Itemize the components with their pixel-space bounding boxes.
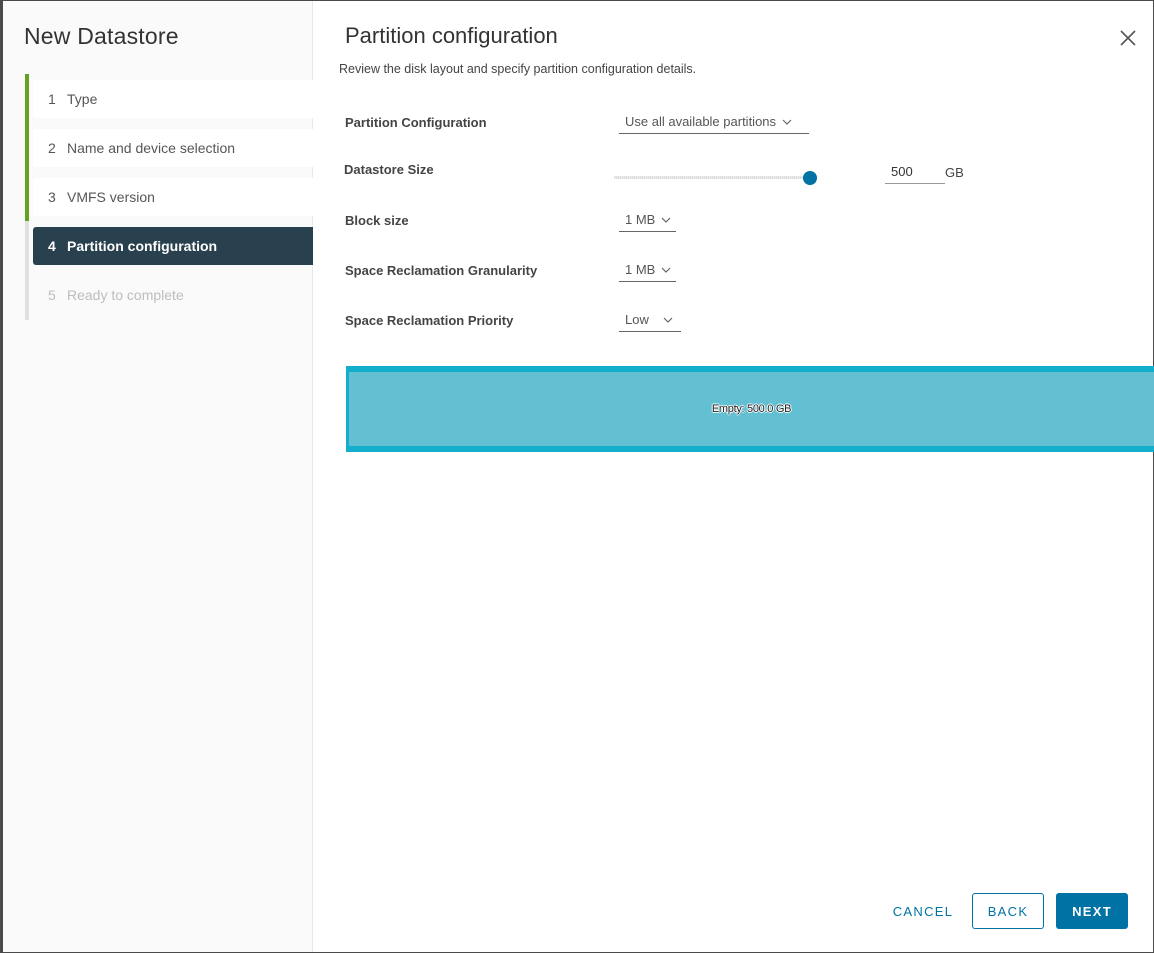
- next-button[interactable]: NEXT: [1056, 893, 1128, 929]
- step-number: 2: [48, 140, 56, 156]
- space-reclamation-granularity-label: Space Reclamation Granularity: [345, 263, 538, 278]
- block-size-value: 1 MB: [625, 212, 656, 227]
- datastore-size-slider[interactable]: [614, 169, 817, 187]
- step-ready-to-complete: 5 Ready to complete: [33, 276, 313, 314]
- step-number: 3: [48, 189, 56, 205]
- partition-configuration-value: Use all available partitions: [625, 114, 777, 129]
- step-label: Name and device selection: [67, 140, 236, 156]
- space-reclamation-priority-label: Space Reclamation Priority: [345, 313, 514, 328]
- slider-track: [614, 176, 810, 179]
- block-size-label: Block size: [345, 213, 409, 228]
- step-number: 4: [48, 238, 56, 254]
- step-type[interactable]: 1 Type: [33, 80, 313, 118]
- datastore-size-input[interactable]: [885, 160, 945, 184]
- step-partition-configuration[interactable]: 4 Partition configuration: [33, 227, 313, 265]
- chevron-down-icon: [661, 215, 671, 225]
- steps-progress-completed: [25, 74, 29, 221]
- page-title: Partition configuration: [345, 23, 558, 48]
- partition-label: Empty: 500.0 GB: [711, 403, 792, 415]
- chevron-down-icon: [663, 315, 673, 325]
- step-label: Type: [67, 91, 98, 107]
- space-reclamation-granularity-value: 1 MB: [625, 262, 656, 277]
- space-reclamation-priority-value: Low: [625, 312, 649, 327]
- step-number: 1: [48, 91, 56, 107]
- chevron-down-icon: [782, 117, 792, 127]
- partition-configuration-label: Partition Configuration: [345, 115, 487, 130]
- space-reclamation-granularity-select[interactable]: 1 MB: [619, 258, 676, 282]
- page-subtitle: Review the disk layout and specify parti…: [339, 62, 697, 76]
- step-label: Partition configuration: [67, 238, 218, 254]
- step-number: 5: [48, 287, 56, 303]
- disk-layout-bar: Empty: 500.0 GB: [346, 366, 1154, 452]
- wizard-content: Partition configuration Review the disk …: [313, 1, 1154, 952]
- back-button[interactable]: BACK: [972, 893, 1044, 929]
- step-name-and-device-selection[interactable]: 2 Name and device selection: [33, 129, 313, 167]
- partition-configuration-select[interactable]: Use all available partitions: [619, 110, 809, 134]
- step-label: VMFS version: [67, 189, 155, 205]
- close-icon: [1120, 30, 1136, 46]
- new-datastore-dialog: New Datastore 1 Type 2 Name and device s…: [0, 0, 1154, 953]
- step-vmfs-version[interactable]: 3 VMFS version: [33, 178, 313, 216]
- close-button[interactable]: [1119, 29, 1137, 47]
- chevron-down-icon: [661, 265, 671, 275]
- wizard-sidebar: New Datastore 1 Type 2 Name and device s…: [3, 1, 313, 952]
- slider-thumb[interactable]: [803, 171, 817, 185]
- space-reclamation-priority-select[interactable]: Low: [619, 308, 681, 332]
- block-size-select[interactable]: 1 MB: [619, 208, 676, 232]
- wizard-title: New Datastore: [24, 23, 179, 49]
- step-label: Ready to complete: [67, 287, 184, 303]
- cancel-button[interactable]: CANCEL: [885, 893, 961, 929]
- partition-segment-empty[interactable]: Empty: 500.0 GB: [349, 372, 1154, 446]
- datastore-size-label: Datastore Size: [344, 162, 434, 177]
- datastore-size-unit: GB: [945, 165, 964, 180]
